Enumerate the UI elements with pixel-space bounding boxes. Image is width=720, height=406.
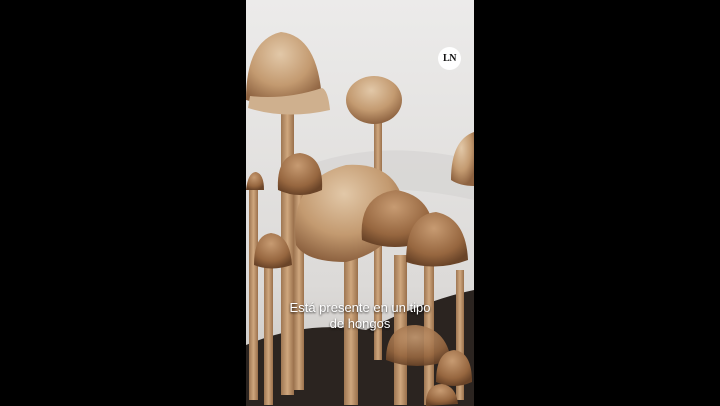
caption-line-2: de hongos (329, 316, 391, 331)
la-nacion-logo-icon: LN (438, 47, 461, 70)
video-frame: LN Está presente en un tipo de hongos (246, 0, 474, 406)
video-player[interactable]: LN Está presente en un tipo de hongos (0, 0, 720, 406)
caption-line-1: Está presente en un tipo (289, 300, 431, 315)
video-caption: Está presente en un tipo de hongos (246, 300, 474, 332)
